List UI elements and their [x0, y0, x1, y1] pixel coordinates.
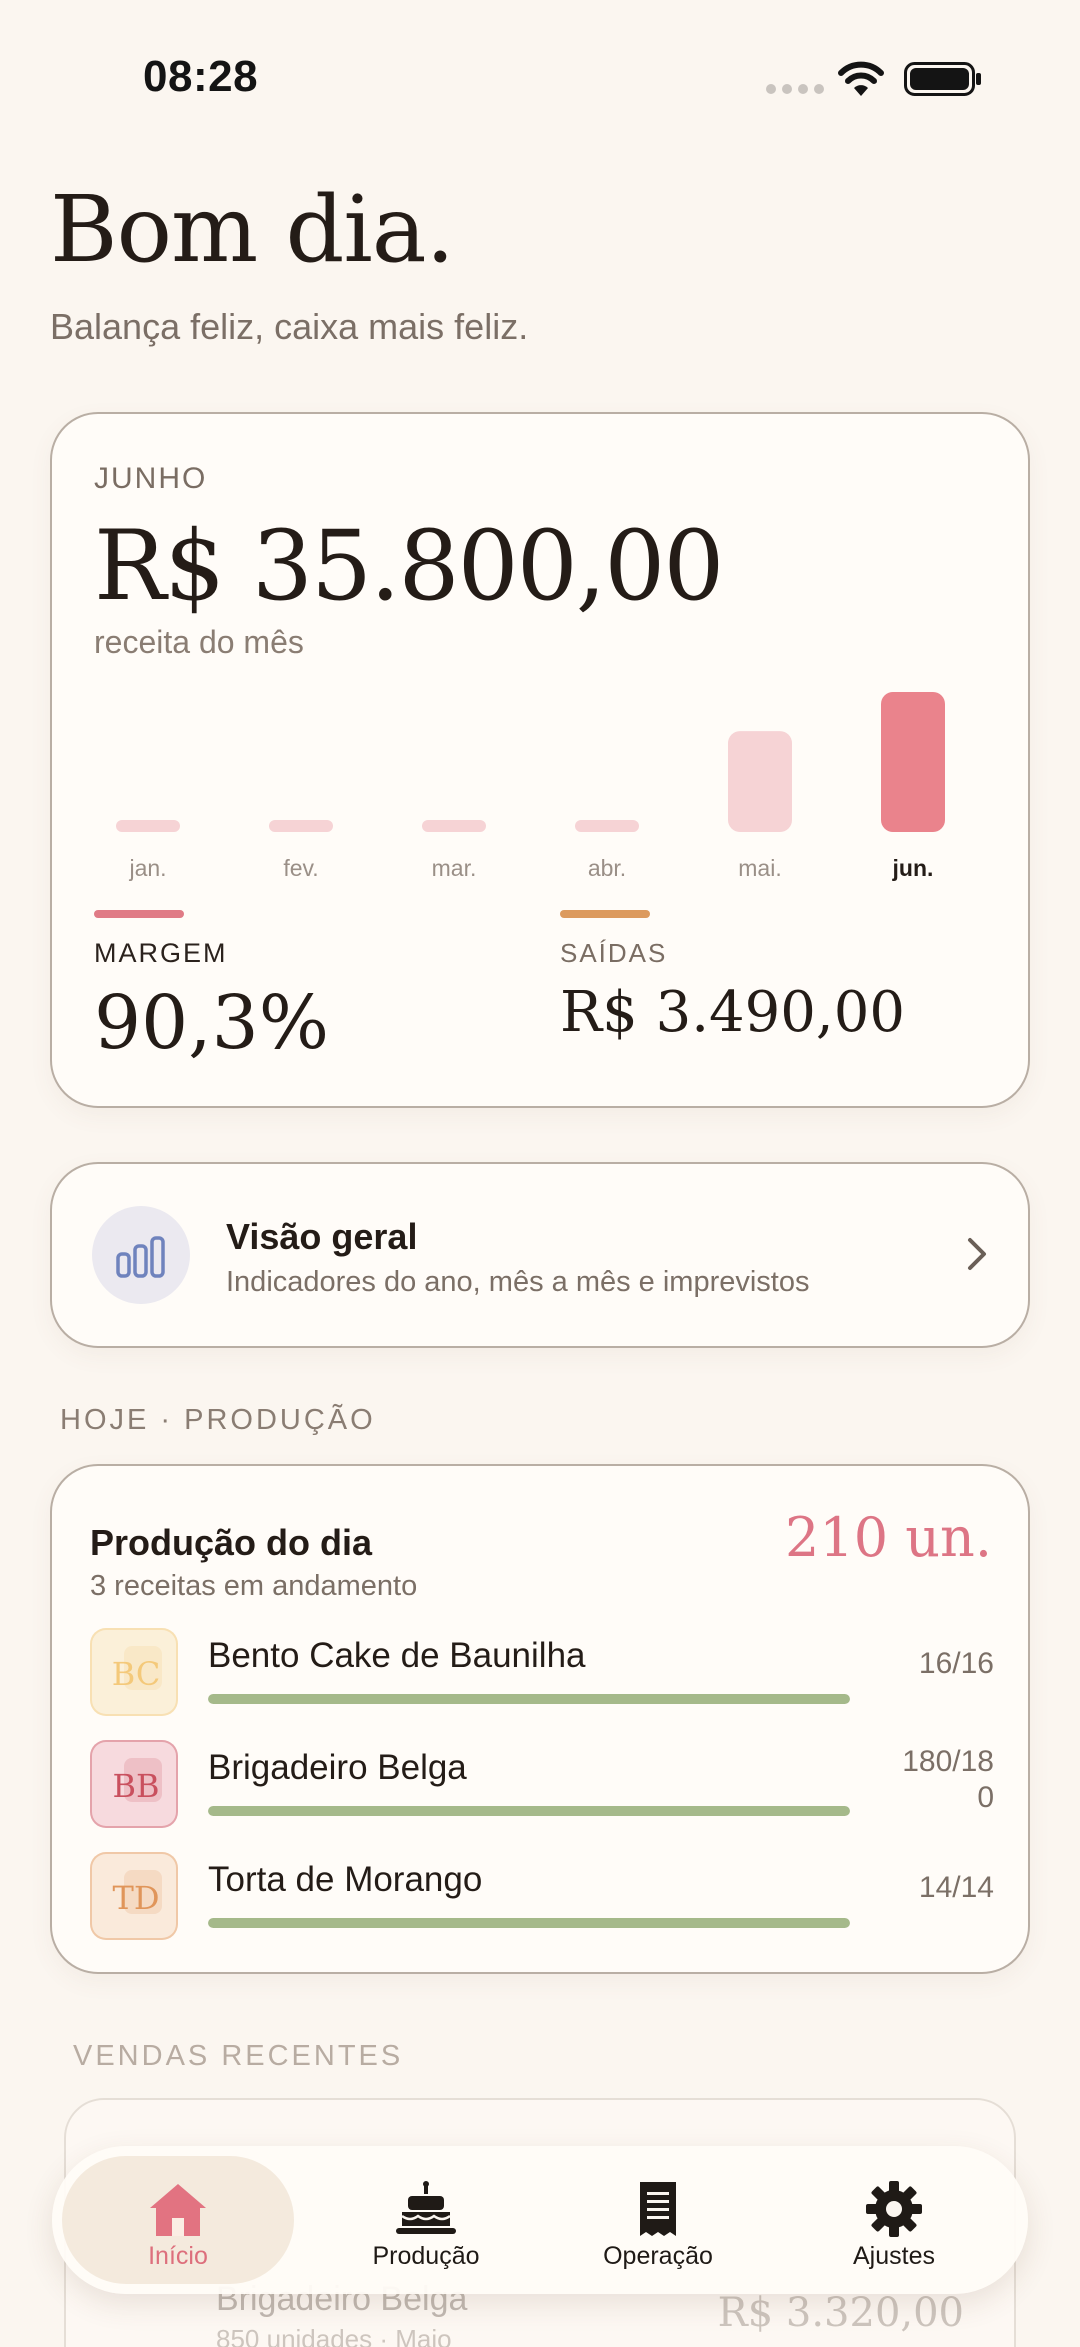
recipe-initials: BC [111, 1655, 161, 1693]
monthly-revenue-chart: jan. fev. mar. abr. mai. jun. [94, 682, 994, 1012]
production-title: Produção do dia [90, 1522, 373, 1563]
wifi-icon [838, 61, 884, 96]
chart-tick-label: jun. [892, 855, 934, 881]
chart-tick-label: mai. [738, 855, 781, 881]
gear-icon [866, 2181, 922, 2237]
chart-bar-mar [422, 820, 486, 832]
recipe-name: Torta de Morango [208, 1860, 483, 1899]
margin-value: 90,3% [94, 980, 330, 1066]
recipe-count: 180/180 [902, 1745, 994, 1814]
expenses-label: SAÍDAS [560, 938, 668, 968]
section-label-sales: VENDAS RECENTES [73, 2040, 404, 2072]
home-icon [150, 2184, 206, 2236]
tab-operacao[interactable]: Operação [542, 2156, 774, 2284]
greeting-title: Bom dia. [50, 176, 455, 283]
revenue-value: R$ 35.800,00 [94, 510, 724, 622]
margin-accent-line [94, 910, 184, 918]
recipe-count: 14/14 [918, 1871, 994, 1904]
recipe-progress-bar [208, 1806, 850, 1816]
production-card[interactable]: Produção do dia 3 receitas em andamento … [50, 1464, 1030, 1974]
margin-label: MARGEM [94, 938, 228, 968]
recipe-name: Bento Cake de Baunilha [208, 1636, 586, 1675]
expenses-accent-line [560, 910, 650, 918]
production-total: 210 un. [785, 1506, 992, 1569]
chart-bar-abr [575, 820, 639, 832]
status-bar: 08:28 [0, 0, 1080, 150]
recipe-progress-bar [208, 1694, 850, 1704]
revenue-card[interactable]: JUNHO R$ 35.800,00 receita do mês jan. fe… [50, 412, 1030, 1108]
recipe-initials: TD [112, 1879, 160, 1917]
chart-bar-fev [269, 820, 333, 832]
bar-chart-icon [92, 1206, 190, 1304]
tab-inicio[interactable]: Início [62, 2156, 294, 2284]
receipt-icon [640, 2182, 676, 2236]
chart-bar-mai [728, 731, 792, 832]
recipe-count: 16/16 [918, 1647, 994, 1680]
recipe-row[interactable]: BB Brigadeiro Belga 180/180 [90, 1740, 994, 1830]
chart-tick-label: jan. [128, 855, 166, 881]
tab-producao[interactable]: Produção [310, 2156, 542, 2284]
recipe-badge: TD [90, 1852, 178, 1940]
tab-label: Operação [603, 2242, 713, 2270]
battery-icon [904, 62, 981, 96]
chart-bar-jun [881, 692, 945, 832]
production-subtitle: 3 receitas em andamento [90, 1570, 418, 1602]
chart-tick-label: abr. [588, 855, 626, 881]
chart-bar-jan [116, 820, 180, 832]
overview-title: Visão geral [226, 1216, 418, 1257]
recipe-row[interactable]: TD Torta de Morango 14/14 [90, 1852, 994, 1942]
month-label: JUNHO [94, 462, 208, 495]
tab-label: Início [148, 2242, 208, 2270]
cellular-signal-icon [766, 84, 824, 94]
section-label-production: HOJE · PRODUÇÃO [60, 1404, 376, 1436]
status-time: 08:28 [143, 52, 259, 101]
recipe-name: Brigadeiro Belga [208, 1748, 467, 1787]
chart-tick-label: fev. [283, 855, 318, 881]
revenue-caption: receita do mês [94, 624, 304, 660]
cake-icon [396, 2181, 456, 2234]
overview-subtitle: Indicadores do ano, mês a mês e imprevis… [226, 1266, 810, 1298]
sale-item-detail: 850 unidades · Maio [216, 2324, 452, 2347]
tab-ajustes[interactable]: Ajustes [778, 2156, 1010, 2284]
recipe-badge: BB [90, 1740, 178, 1828]
greeting-subtitle: Balança feliz, caixa mais feliz. [50, 306, 529, 347]
recipe-badge: BC [90, 1628, 178, 1716]
tab-label: Ajustes [853, 2242, 935, 2270]
chart-tick-label: mar. [432, 855, 477, 881]
expenses-value: R$ 3.490,00 [560, 980, 905, 1045]
overview-card[interactable]: Visão geral Indicadores do ano, mês a mê… [50, 1162, 1030, 1348]
recipe-initials: BB [112, 1767, 160, 1805]
chevron-right-icon [968, 1238, 986, 1270]
recipe-progress-bar [208, 1918, 850, 1928]
tab-bar: Início Produção Operação Ajustes [52, 2146, 1028, 2294]
recipe-row[interactable]: BC Bento Cake de Baunilha 16/16 [90, 1628, 994, 1718]
sale-item-value: R$ 3.320,00 [717, 2290, 964, 2336]
tab-label: Produção [372, 2242, 480, 2270]
